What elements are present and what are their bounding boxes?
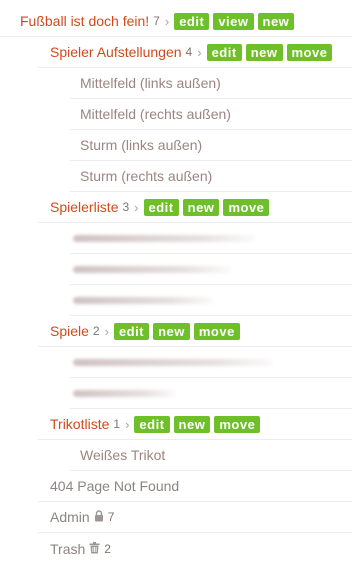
- tree-row-spielerliste: Spielerliste 3 › edit new move: [38, 192, 352, 223]
- tree-row-404: 404 Page Not Found: [38, 471, 352, 502]
- blurred-text: [73, 266, 231, 273]
- tree-row-trikotliste: Trikotliste 1 › edit new move: [38, 409, 352, 440]
- blurred-text: [73, 390, 175, 397]
- page-link-404[interactable]: 404 Page Not Found: [50, 478, 179, 494]
- tree-row-trash: Trash 2: [38, 533, 352, 564]
- tree-row-spiele: Spiele 2 › edit new move: [38, 316, 352, 347]
- edit-button[interactable]: edit: [134, 415, 170, 433]
- trash-icon: [89, 541, 100, 557]
- chevron-right-icon: ›: [197, 44, 202, 60]
- tree-row-child: Mittelfeld (links außen): [70, 68, 352, 99]
- tree-row-child-blurred: [70, 285, 352, 316]
- page-link[interactable]: Sturm (links außen): [80, 137, 202, 153]
- page-title-spiele[interactable]: Spiele: [50, 323, 89, 339]
- tree-row-child: Sturm (links außen): [70, 130, 352, 161]
- chevron-right-icon: ›: [134, 199, 139, 215]
- edit-button[interactable]: edit: [174, 12, 210, 30]
- tree-row-child-blurred: [70, 254, 352, 285]
- lock-icon: [94, 509, 104, 525]
- new-button[interactable]: new: [257, 12, 295, 30]
- tree-row-aufstellungen: Spieler Aufstellungen 4 › edit new move: [38, 37, 352, 68]
- child-count: 2: [92, 324, 100, 338]
- page-link-trash[interactable]: Trash: [50, 541, 85, 557]
- tree-row-child: Mittelfeld (rechts außen): [70, 99, 352, 130]
- tree-row-child: Weißes Trikot: [70, 440, 352, 471]
- child-count: 4: [185, 45, 193, 59]
- child-count: 7: [107, 510, 115, 524]
- chevron-right-icon: ›: [164, 13, 170, 29]
- move-button[interactable]: move: [286, 43, 333, 61]
- tree-row-child-blurred: [70, 347, 352, 378]
- tree-row-child-blurred: [70, 223, 352, 254]
- child-count: 7: [153, 14, 160, 28]
- page-link[interactable]: Mittelfeld (rechts außen): [80, 106, 231, 122]
- child-count: 2: [104, 541, 111, 556]
- move-button[interactable]: move: [223, 198, 270, 216]
- new-button[interactable]: new: [153, 322, 190, 340]
- page-link[interactable]: Sturm (rechts außen): [80, 168, 212, 184]
- page-title-trikotliste[interactable]: Trikotliste: [50, 416, 109, 432]
- move-button[interactable]: move: [214, 415, 261, 433]
- page-title-root[interactable]: Fußball ist doch fein!: [20, 13, 149, 29]
- new-button[interactable]: new: [245, 43, 283, 61]
- edit-button[interactable]: edit: [143, 198, 179, 216]
- child-count: 1: [113, 417, 121, 431]
- page-title-aufstellungen[interactable]: Spieler Aufstellungen: [50, 44, 182, 60]
- tree-row-child: Sturm (rechts außen): [70, 161, 352, 192]
- view-button[interactable]: view: [213, 12, 254, 30]
- blurred-text: [73, 359, 273, 366]
- page-title-spielerliste[interactable]: Spielerliste: [50, 199, 118, 215]
- page-link[interactable]: Weißes Trikot: [80, 447, 165, 463]
- move-button[interactable]: move: [193, 322, 240, 340]
- chevron-right-icon: ›: [125, 416, 130, 432]
- new-button[interactable]: new: [173, 415, 211, 433]
- edit-button[interactable]: edit: [113, 322, 150, 340]
- new-button[interactable]: new: [182, 198, 220, 216]
- tree-row-root: Fußball ist doch fein! 7 › edit view new: [0, 6, 352, 37]
- child-count: 3: [122, 200, 130, 214]
- blurred-text: [73, 235, 255, 242]
- edit-button[interactable]: edit: [206, 43, 242, 61]
- tree-row-admin: Admin 7: [38, 502, 352, 533]
- page-link[interactable]: Mittelfeld (links außen): [80, 75, 221, 91]
- page-link-admin[interactable]: Admin: [50, 509, 90, 525]
- tree-row-child-blurred: [70, 378, 352, 409]
- chevron-right-icon: ›: [104, 323, 109, 339]
- blurred-text: [73, 297, 213, 304]
